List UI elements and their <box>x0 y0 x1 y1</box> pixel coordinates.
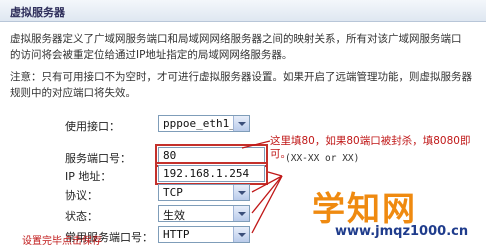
watermark-url: www.jmqz1000.cn <box>335 224 469 239</box>
arrow-to-ip <box>267 171 283 177</box>
arrow-to-port <box>241 140 271 149</box>
watermark-logo: 学知网 <box>312 189 417 228</box>
arrow-to-status <box>251 175 283 214</box>
